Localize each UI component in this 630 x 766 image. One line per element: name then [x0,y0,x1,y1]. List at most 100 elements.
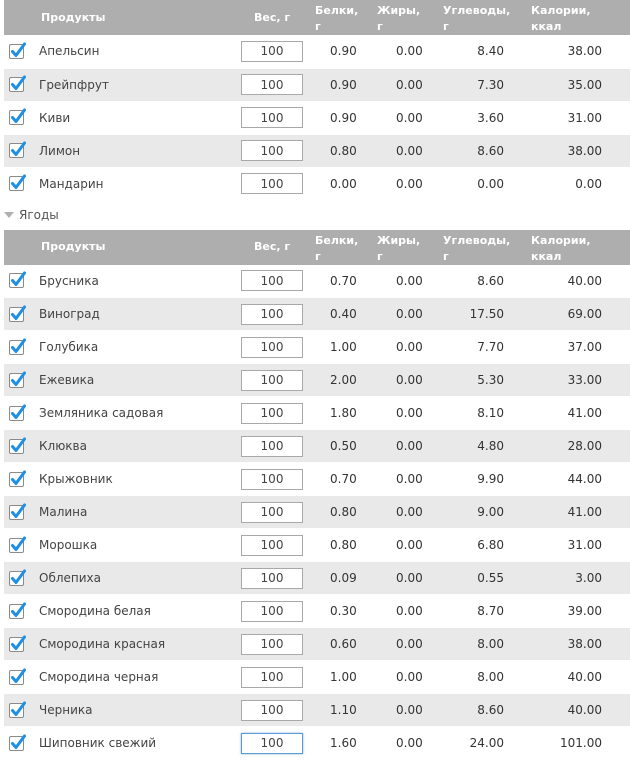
calories-value: 31.00 [531,528,630,562]
weight-input[interactable] [241,666,303,688]
product-checkbox[interactable] [9,734,26,751]
product-name: Клюква [39,439,87,453]
weight-input[interactable] [241,173,303,194]
product-cell: Лимон [4,134,230,167]
carbs-value: 3.60 [443,101,531,134]
col-header-carbs: Углеводы, г [443,0,531,35]
weight-input[interactable] [241,732,303,754]
col-header-protein: Белки, г [315,0,377,35]
calories-value: 40.00 [531,693,630,727]
weight-input[interactable] [241,369,303,391]
weight-input[interactable] [241,303,303,325]
weight-cell [230,726,315,760]
product-checkbox[interactable] [9,470,26,487]
table-row: Клюква 0.500.004.8028.00 [4,429,630,463]
product-checkbox[interactable] [9,404,26,421]
fat-value: 0.00 [377,594,443,628]
product-cell: Черника [4,693,230,727]
product-cell: Морошка [4,528,230,562]
product-checkbox[interactable] [9,75,26,92]
protein-value: 0.09 [315,561,377,595]
product-checkbox[interactable] [9,271,26,289]
protein-value: 0.50 [315,429,377,463]
product-checkbox[interactable] [9,437,26,454]
table-row: Киви 0.900.003.6031.00 [4,101,630,134]
carbs-value: 8.60 [443,264,531,298]
checkmark-icon [11,305,26,320]
group-toggle[interactable]: Ягоды [4,201,626,230]
weight-input[interactable] [241,40,303,62]
weight-input[interactable] [241,534,303,556]
weight-input[interactable] [241,435,303,457]
carbs-value: 7.70 [443,330,531,364]
weight-input[interactable] [241,107,303,128]
table-row: Брусника 0.700.008.6040.00 [4,264,630,298]
calories-value: 37.00 [531,330,630,364]
protein-value: 2.00 [315,363,377,397]
fat-value: 0.00 [377,726,443,760]
protein-value: 1.00 [315,330,377,364]
product-checkbox[interactable] [9,635,26,652]
product-cell: Ежевика [4,363,230,397]
protein-value: 0.60 [315,627,377,661]
weight-cell [230,627,315,661]
product-checkbox[interactable] [9,338,26,355]
protein-value: 1.00 [315,660,377,694]
weight-cell [230,264,315,298]
protein-value: 0.00 [315,167,377,200]
weight-input[interactable] [241,74,303,95]
product-checkbox[interactable] [9,108,26,125]
product-cell: Шиповник свежий [4,726,230,760]
weight-input[interactable] [241,468,303,490]
weight-input[interactable] [241,402,303,424]
product-name: Облепиха [39,571,101,585]
product-checkbox[interactable] [9,536,26,553]
fat-value: 0.00 [377,429,443,463]
product-checkbox[interactable] [9,305,26,322]
protein-value: 0.80 [315,495,377,529]
weight-input[interactable] [241,600,303,622]
table-row: Смородина красная 0.600.008.0038.00 [4,627,630,661]
product-checkbox[interactable] [9,42,26,59]
table-row: Виноград 0.400.0017.5069.00 [4,297,630,331]
checkmark-icon [11,141,26,156]
col-header-calories: Калории, ккал [531,229,630,265]
weight-input[interactable] [241,633,303,655]
product-checkbox[interactable] [9,141,26,158]
product-checkbox[interactable] [9,371,26,388]
col-header-protein: Белки, г [315,229,377,265]
product-checkbox[interactable] [9,174,26,191]
product-checkbox[interactable] [9,569,26,586]
protein-value: 0.90 [315,35,377,68]
checkmark-icon [11,635,26,650]
product-name: Крыжовник [39,472,113,486]
product-checkbox[interactable] [9,668,26,685]
weight-cell [230,396,315,430]
checkmark-icon [11,371,26,386]
product-checkbox[interactable] [9,701,26,718]
weight-input[interactable] [241,270,303,292]
protein-value: 0.30 [315,594,377,628]
weight-input[interactable] [241,699,303,721]
fat-value: 0.00 [377,134,443,167]
group-title: Ягоды [19,208,59,222]
protein-value: 0.90 [315,68,377,101]
product-name: Малина [39,505,88,519]
table-row: Малина 0.800.009.0041.00 [4,495,630,529]
weight-input[interactable] [241,501,303,523]
fat-value: 0.00 [377,693,443,727]
carbs-value: 0.00 [443,167,531,200]
checkmark-icon [11,271,26,287]
product-checkbox[interactable] [9,602,26,619]
product-name: Киви [39,110,71,125]
col-header-product: Продукты [4,229,230,265]
carbs-value: 8.00 [443,627,531,661]
weight-input[interactable] [241,336,303,358]
weight-input[interactable] [241,567,303,589]
calories-value: 35.00 [531,68,630,101]
product-checkbox[interactable] [9,503,26,520]
fat-value: 0.00 [377,35,443,68]
table-header: Продукты Вес, г Белки, г Жиры, г Углеводы, г Кал… [4,0,630,35]
weight-input[interactable] [241,140,303,161]
weight-cell [230,693,315,727]
